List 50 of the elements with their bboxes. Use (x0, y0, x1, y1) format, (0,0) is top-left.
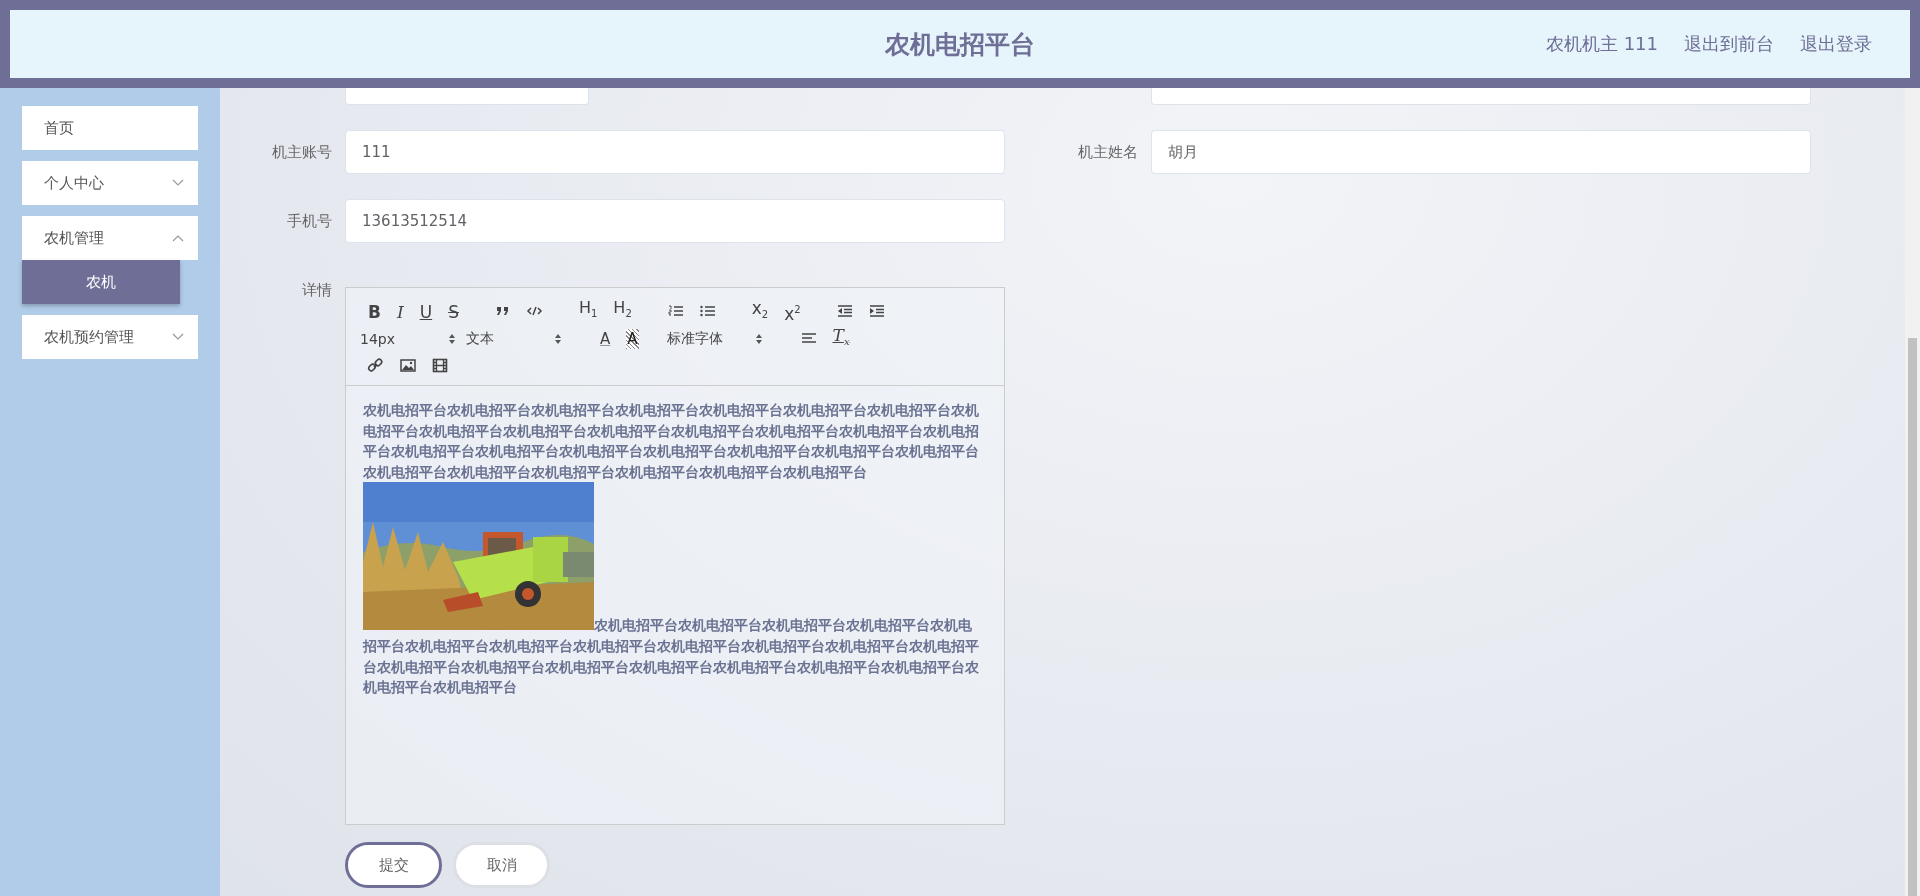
link-icon[interactable] (367, 357, 385, 374)
sort-arrows-icon (448, 332, 456, 345)
sort-arrows-icon (554, 332, 562, 345)
menu-item[interactable]: 农机预约管理 (22, 315, 198, 359)
header-link[interactable]: 退出登录 (1800, 32, 1872, 56)
menu-item[interactable]: 首页 (22, 106, 198, 150)
italic-button[interactable]: I (396, 301, 404, 322)
video-icon[interactable] (431, 357, 449, 374)
strikethrough-button[interactable]: S (448, 301, 459, 322)
cancel-button[interactable]: 取消 (453, 842, 550, 888)
sort-arrows-icon (754, 332, 763, 345)
superscript-button[interactable]: x$^{2}$ (784, 299, 801, 324)
field-label: 详情 (302, 281, 332, 299)
field-label: 机主账号 (272, 142, 332, 161)
chevron-icon (172, 234, 184, 242)
chevron-icon (172, 333, 184, 341)
input-field[interactable]: 111 (345, 130, 1005, 174)
scrollbar[interactable] (1905, 88, 1920, 896)
heading-button[interactable]: H$_{2}$ (613, 298, 632, 325)
input-field[interactable] (1151, 88, 1811, 105)
scrollbar-thumb[interactable] (1908, 338, 1917, 896)
bold-button[interactable]: B (368, 301, 381, 322)
clear-format-button[interactable]: T$_{x}$ (832, 324, 850, 353)
submit-button[interactable]: 提交 (345, 842, 442, 888)
field-label: 机主姓名 (1078, 142, 1138, 161)
site-title: 农机电招平台 (885, 28, 1035, 61)
input-field[interactable] (345, 88, 589, 105)
body-text: 农机电招平台农机电招平台农机电招平台农机电招平台农机电招平台农机电招平台农机电招平台农机电招平台农机电招平台农机电招平台农机电招平台农机电招平台农机电招平台农机电招平台农机电招平台农机电招平台农机电招平台农机电招平台农机电招平台农机电招平台农机电招平台农机电招平台农机电招平台农机电招平台农机电招平台农机电招平台农机电招平台农机电招平台 (363, 402, 979, 480)
menu-item[interactable]: 个人中心 (22, 161, 198, 205)
toolbar-select[interactable]: 14px (360, 330, 456, 347)
toolbar-select[interactable]: 文本 (466, 329, 562, 348)
menu-item[interactable]: 农机管理 (22, 216, 198, 260)
subscript-button[interactable]: x$_{2}$ (751, 297, 769, 326)
toolbar-select[interactable]: 标准字体 (666, 329, 763, 348)
outdent-icon[interactable] (835, 303, 854, 320)
text-color-button[interactable]: A (600, 328, 611, 349)
image-icon[interactable] (399, 357, 417, 374)
input-field[interactable]: 胡月 (1151, 130, 1811, 174)
body-text: 农机电招平台农机电招平台农机电招平台农机电招平台农机电招平台农机电招平台农机电招平台农机电招平台农机电招平台农机电招平台农机电招平台农机电招平台农机电招平台农机电招平台农机电招平台农机电招平台农机电招平台农机电招平台农机电招平台农机电招平台农机电招平台 (363, 617, 979, 696)
underline-button[interactable]: U (419, 301, 433, 322)
chevron-icon (172, 179, 184, 187)
indent-icon[interactable] (867, 303, 886, 320)
field-label: 手机号 (287, 211, 332, 230)
submenu-item[interactable]: 农机 (22, 260, 180, 304)
header-link[interactable]: 农机机主 111 (1545, 32, 1658, 56)
highlight-button[interactable]: A (626, 328, 639, 349)
input-field[interactable]: 13613512514 (345, 199, 1005, 243)
rich-text-editor[interactable] (345, 287, 1005, 825)
heading-button[interactable]: H$_{1}$ (578, 298, 598, 325)
header-link[interactable]: 退出到前台 (1684, 32, 1774, 56)
